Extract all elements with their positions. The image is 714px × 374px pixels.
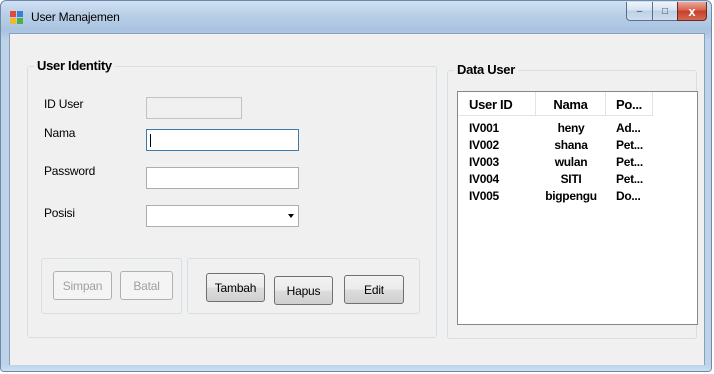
data-user-title: Data User — [454, 62, 518, 77]
close-button[interactable]: x — [677, 2, 707, 21]
tambah-button[interactable]: Tambah — [206, 273, 265, 302]
posisi-combobox[interactable] — [146, 205, 299, 227]
title-bar[interactable]: User Manajemen – □ x — [1, 1, 711, 33]
close-icon: x — [688, 3, 696, 19]
list-item[interactable]: IV005 bigpengu Do... — [458, 189, 697, 205]
password-label: Password — [44, 164, 96, 178]
simpan-button[interactable]: Simpan — [53, 271, 112, 300]
nama-field[interactable] — [146, 129, 299, 151]
password-field[interactable] — [146, 167, 299, 189]
hapus-button[interactable]: Hapus — [274, 276, 333, 305]
app-window: User Manajemen – □ x User Identity ID Us… — [0, 0, 712, 372]
user-list-view[interactable]: User ID Nama Po... IV001 heny Ad... IV00… — [457, 91, 698, 325]
window-bottom-border — [1, 365, 711, 371]
maximize-button[interactable]: □ — [652, 2, 678, 21]
list-item[interactable]: IV003 wulan Pet... — [458, 155, 697, 171]
column-header-posisi[interactable]: Po... — [606, 92, 653, 116]
edit-button[interactable]: Edit — [344, 275, 404, 304]
window-title: User Manajemen — [31, 10, 120, 24]
list-item[interactable]: IV001 heny Ad... — [458, 121, 697, 137]
minimize-icon: – — [636, 5, 643, 17]
id-user-label: ID User — [44, 97, 84, 111]
posisi-label: Posisi — [44, 206, 75, 220]
user-identity-title: User Identity — [34, 58, 115, 73]
minimize-button[interactable]: – — [626, 2, 653, 21]
list-item[interactable]: IV002 shana Pet... — [458, 138, 697, 154]
dropdown-arrow-icon[interactable] — [288, 214, 294, 218]
list-header: User ID Nama Po... — [458, 92, 697, 116]
nama-label: Nama — [44, 126, 76, 140]
text-caret — [150, 134, 151, 147]
column-header-nama[interactable]: Nama — [536, 92, 606, 116]
form-client-area: User Identity ID User Nama Password Posi… — [9, 33, 705, 366]
list-item[interactable]: IV004 SITI Pet... — [458, 172, 697, 188]
maximize-icon: □ — [661, 5, 669, 17]
id-user-field[interactable] — [146, 97, 242, 119]
column-header-user-id[interactable]: User ID — [458, 92, 536, 116]
batal-button[interactable]: Batal — [120, 271, 173, 300]
app-icon — [10, 11, 23, 24]
